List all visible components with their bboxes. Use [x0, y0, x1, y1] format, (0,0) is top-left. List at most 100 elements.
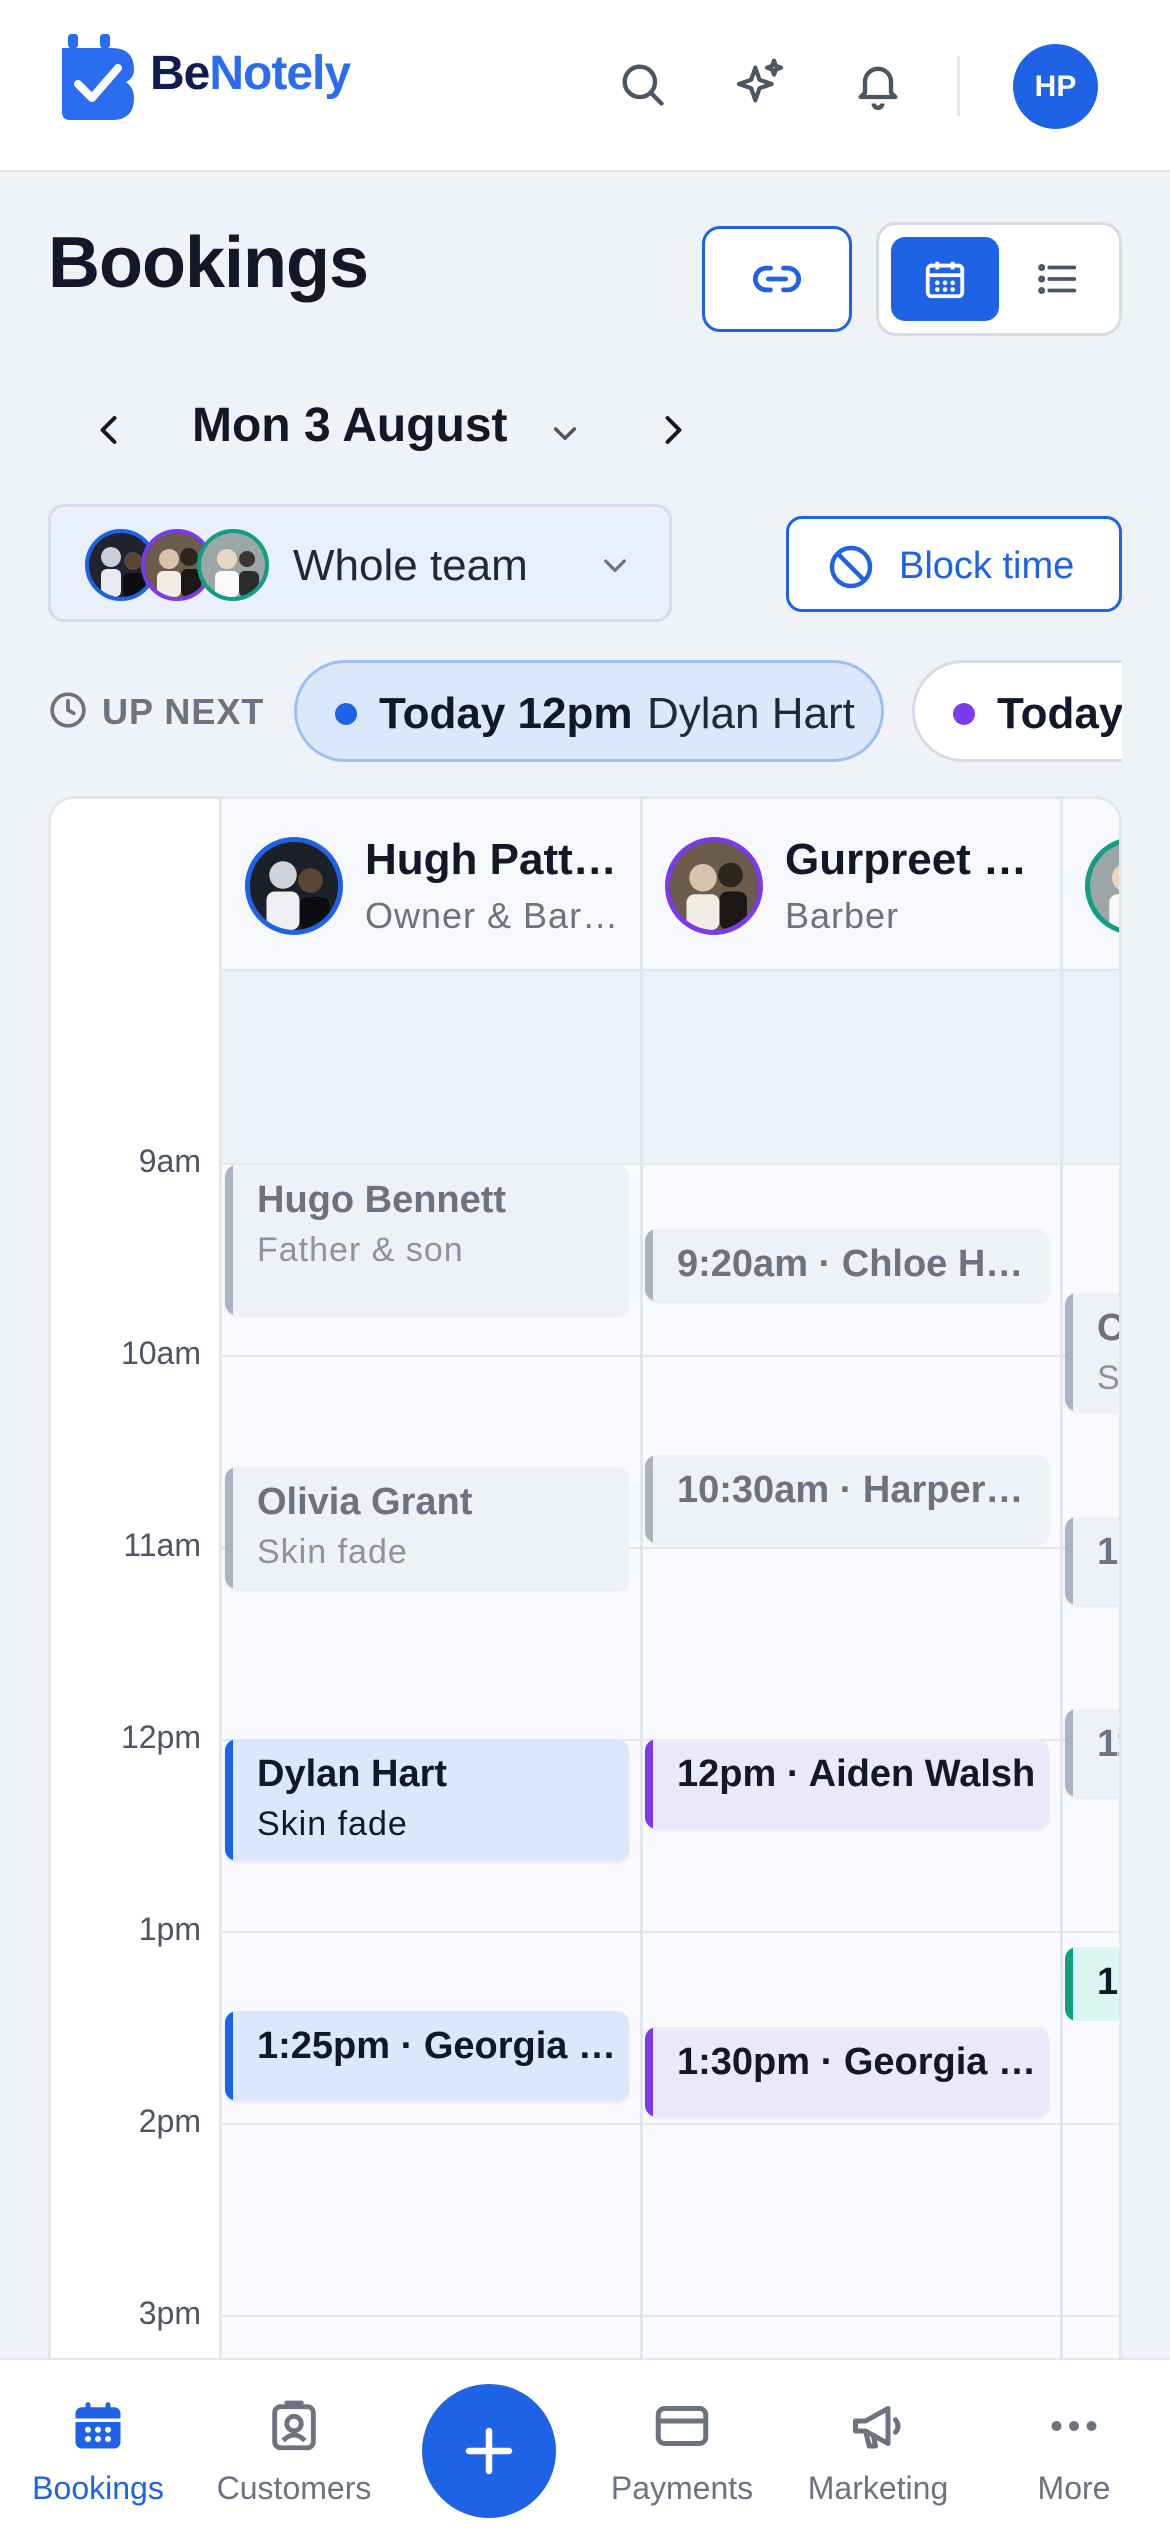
column-divider: [1060, 799, 1063, 2413]
booking-card[interactable]: C S: [1065, 1293, 1122, 1411]
hour-label: 2pm: [138, 2103, 201, 2139]
top-app-bar: BeNotely HP: [0, 0, 1170, 172]
booking-title: C: [1097, 1307, 1122, 1349]
hour-gridline: [221, 2123, 1119, 2125]
booking-title: 11: [1097, 1723, 1119, 1765]
up-next-time: Today: [997, 689, 1122, 738]
chevron-down-icon[interactable]: [546, 414, 584, 452]
staff-column-body[interactable]: [1061, 971, 1119, 2413]
more-dots-icon: [1042, 2394, 1106, 2458]
booking-service: S: [1097, 1359, 1121, 1397]
staff-name: Gurpreet …: [785, 835, 1028, 884]
page-title: Bookings: [48, 223, 369, 303]
booking-title: Hugo Bennett: [257, 1179, 507, 1221]
staff-column-body[interactable]: [641, 971, 1061, 2413]
block-time-button[interactable]: Block time: [786, 516, 1122, 612]
sparkles-icon[interactable]: [728, 52, 792, 116]
up-next-label: UP NEXT: [102, 691, 265, 732]
header-divider: [957, 56, 960, 116]
booking-card[interactable]: 1:30pm · Georgia …: [645, 2027, 1049, 2117]
clock-icon: [50, 692, 86, 728]
nav-bookings[interactable]: Bookings: [0, 2360, 196, 2532]
hour-label: 3pm: [138, 2295, 201, 2331]
booking-card[interactable]: 12pm · Aiden Walsh: [645, 1739, 1049, 1829]
next-day-button[interactable]: [646, 404, 698, 456]
nav-label: Payments: [610, 2470, 754, 2506]
staff-avatar: [665, 837, 763, 935]
hour-gridline: [221, 2315, 1119, 2317]
unavailable-time: [1061, 971, 1119, 1165]
nav-label: More: [1037, 2470, 1111, 2506]
list-view-button[interactable]: [1003, 237, 1111, 321]
booking-title: Dylan Hart: [257, 1753, 448, 1795]
link-icon: [753, 265, 801, 293]
plus-icon: [465, 2427, 513, 2475]
chevron-right-icon: [665, 416, 682, 444]
nav-label: Marketing: [807, 2470, 949, 2506]
view-mode-toggle: [876, 222, 1122, 336]
up-next-pill[interactable]: Today 12pm Dylan Hart: [294, 660, 884, 762]
previous-day-button[interactable]: [84, 404, 136, 456]
staff-role: Barber: [785, 895, 900, 936]
team-filter-dropdown[interactable]: Whole team: [48, 504, 672, 622]
block-time-label: Block time: [899, 545, 1075, 587]
hour-gridline: [221, 1355, 1119, 1357]
nav-marketing[interactable]: Marketing: [780, 2360, 976, 2532]
hour-gridline: [221, 1931, 1119, 1933]
booking-card[interactable]: 11: [1065, 1709, 1119, 1797]
team-calendar: Hugh Patt… Owner & Bar… Gurpreet … Barbe…: [48, 796, 1122, 2416]
bell-icon[interactable]: [846, 52, 910, 116]
current-date-label[interactable]: Mon 3 August: [192, 398, 508, 453]
booking-card[interactable]: Olivia Grant Skin fade: [225, 1467, 629, 1589]
up-next-pill[interactable]: Today: [912, 660, 1122, 762]
chevron-down-icon: [595, 545, 635, 585]
nav-more[interactable]: More: [976, 2360, 1170, 2532]
booking-title: 10:30am · Harper…: [677, 1469, 1024, 1511]
booking-service: Skin fade: [257, 1533, 408, 1571]
booking-card[interactable]: 1:25pm · Georgia …: [225, 2011, 629, 2101]
brand-name: BeNotely: [150, 46, 351, 101]
booking-title: 10: [1097, 1531, 1119, 1573]
booking-card[interactable]: 10:30am · Harper…: [645, 1455, 1049, 1543]
hour-label: 11am: [123, 1527, 201, 1563]
booking-title: 9:20am · Chloe H…: [677, 1243, 1024, 1285]
column-divider: [640, 799, 643, 2413]
id-badge-icon: [262, 2394, 326, 2458]
booking-card[interactable]: Dylan Hart Skin fade: [225, 1739, 629, 1861]
staff-name: Hugh Patt…: [365, 835, 617, 884]
megaphone-icon: [846, 2394, 910, 2458]
staff-column-header[interactable]: [1061, 799, 1119, 971]
booking-title: 1:: [1097, 1961, 1119, 2003]
brand-name-part1: Be: [150, 47, 210, 100]
credit-card-icon: [650, 2394, 714, 2458]
staff-column-header[interactable]: Gurpreet … Barber: [641, 799, 1061, 971]
user-avatar[interactable]: HP: [1013, 44, 1098, 129]
unavailable-time: [221, 971, 641, 1165]
nav-payments[interactable]: Payments: [584, 2360, 780, 2532]
add-booking-button[interactable]: [422, 2384, 556, 2518]
booking-card[interactable]: 10: [1065, 1517, 1119, 1605]
calendar-icon: [925, 261, 965, 299]
staff-avatar: [1085, 837, 1119, 935]
column-divider: [219, 799, 222, 2413]
bottom-navigation: Bookings Customers Payments Marketing Mo…: [0, 2358, 1170, 2532]
booking-card[interactable]: 9:20am · Chloe H…: [645, 1229, 1049, 1301]
up-next-time: Today 12pm: [379, 689, 633, 738]
staff-column-header[interactable]: Hugh Patt… Owner & Bar…: [221, 799, 641, 971]
booking-title: 12pm · Aiden Walsh: [677, 1753, 1036, 1795]
list-icon: [1038, 264, 1077, 294]
team-avatar-3: [197, 529, 269, 601]
calendar-view-button[interactable]: [891, 237, 999, 321]
nav-label: Bookings: [32, 2470, 164, 2506]
up-next-name: Dylan Hart: [647, 689, 855, 738]
nav-customers[interactable]: Customers: [196, 2360, 392, 2532]
booking-card[interactable]: Hugo Bennett Father & son: [225, 1165, 629, 1315]
calendar-icon: [66, 2394, 130, 2458]
share-link-button[interactable]: [702, 226, 852, 332]
search-icon[interactable]: [610, 52, 674, 116]
benotely-logo-icon: [62, 34, 134, 120]
booking-service: Skin fade: [257, 1805, 408, 1843]
booking-card[interactable]: 1:: [1065, 1947, 1119, 2021]
staff-avatar: [245, 837, 343, 935]
block-icon: [829, 545, 873, 589]
